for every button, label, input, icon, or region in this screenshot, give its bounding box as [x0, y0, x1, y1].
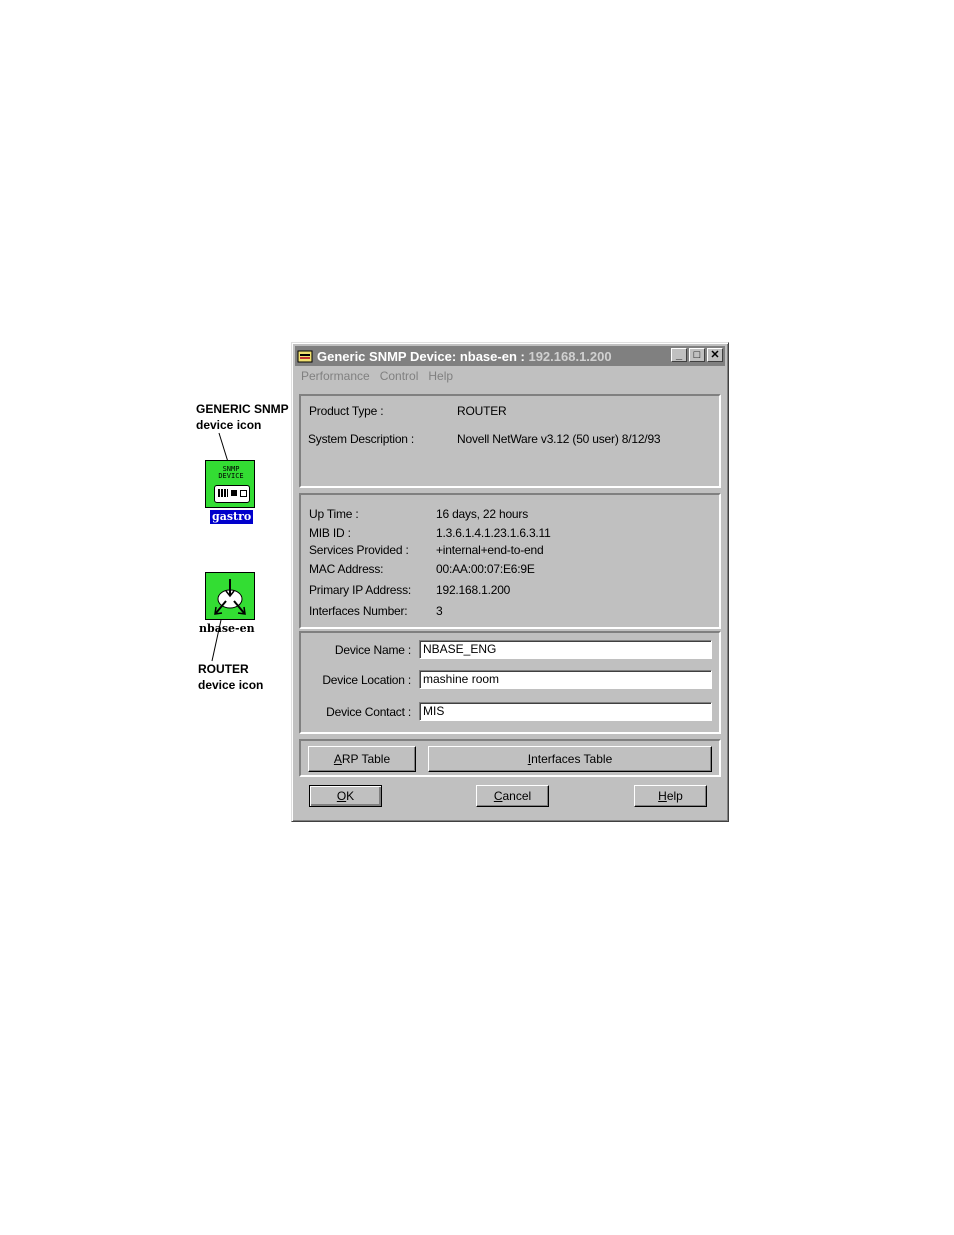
uptime-value: 16 days, 22 hours [436, 507, 528, 521]
generic-snmp-callout: GENERIC SNMP device icon [196, 401, 289, 433]
minimize-button[interactable]: _ [671, 348, 687, 362]
router-callout-line1: ROUTER [198, 662, 249, 676]
router-callout: ROUTER device icon [198, 661, 263, 693]
window-title: Generic SNMP Device: nbase-en : 192.168.… [317, 349, 612, 364]
product-type-label: Product Type : [309, 404, 384, 418]
primary-ip-label: Primary IP Address: [309, 583, 412, 597]
arp-table-button[interactable]: ARP Table [308, 746, 416, 772]
window-controls: _ □ ✕ [671, 348, 723, 362]
mac-address-label: MAC Address: [309, 562, 384, 576]
title-bar[interactable]: Generic SNMP Device: nbase-en : 192.168.… [295, 346, 725, 366]
device-name-input[interactable]: NBASE_ENG [419, 640, 712, 659]
interfaces-table-label: Interfaces Table [528, 752, 613, 766]
close-button[interactable]: ✕ [707, 348, 723, 362]
generic-snmp-device-window: Generic SNMP Device: nbase-en : 192.168.… [291, 342, 729, 822]
menu-performance[interactable]: Performance [296, 369, 375, 387]
mac-address-value: 00:AA:00:07:E6:9E [436, 562, 535, 576]
router-arrows-icon [214, 579, 246, 615]
help-mnemonic: H [658, 789, 667, 803]
interfaces-number-value: 3 [436, 604, 443, 618]
router-icon-label: nbase-en [199, 622, 255, 635]
generic-callout-line1: GENERIC SNMP [196, 402, 289, 416]
interfaces-table-button[interactable]: Interfaces Table [428, 746, 712, 772]
snmp-icon-text: SNMP DEVICE [217, 466, 245, 480]
device-box-graphic [214, 485, 250, 503]
menu-help[interactable]: Help [423, 369, 458, 387]
app-icon[interactable] [297, 348, 313, 364]
arp-table-label: ARP Table [334, 752, 390, 766]
help-label-rest: elp [666, 789, 683, 803]
generic-snmp-device-icon[interactable]: SNMP DEVICE [205, 460, 255, 508]
system-description-value: Novell NetWare v3.12 (50 user) 8/12/93 [457, 432, 661, 446]
device-contact-label: Device Contact : [326, 705, 411, 719]
mib-id-value: 1.3.6.1.4.1.23.1.6.3.11 [436, 526, 551, 540]
device-name-label: Device Name : [334, 643, 411, 657]
router-callout-line2: device icon [198, 678, 264, 692]
services-provided-label: Services Provided : [309, 543, 409, 557]
table-buttons-panel: ARP Table Interfaces Table [299, 739, 721, 777]
device-contact-input[interactable]: MIS [419, 702, 712, 721]
device-location-input[interactable]: mashine room [419, 670, 712, 689]
close-icon: ✕ [710, 348, 720, 361]
cancel-button[interactable]: Cancel [476, 785, 549, 807]
device-location-label: Device Location : [322, 673, 411, 687]
arp-table-label-rest: RP Table [341, 752, 391, 766]
interfaces-table-label-rest: nterfaces Table [531, 752, 613, 766]
ok-button[interactable]: OK [309, 785, 382, 807]
menu-bar: Performance Control Help [296, 369, 458, 387]
system-description-label: System Description : [308, 432, 415, 446]
arp-table-mnemonic: A [333, 752, 342, 766]
services-provided-value: +internal+end-to-end [436, 543, 544, 557]
interfaces-number-label: Interfaces Number: [309, 604, 408, 618]
router-device-icon[interactable] [205, 572, 255, 620]
generic-callout-line2: device icon [196, 418, 262, 432]
cancel-label-rest: ancel [502, 789, 532, 803]
generic-leader-line [218, 432, 229, 463]
help-button[interactable]: Help [634, 785, 707, 807]
device-edit-panel: Device Name : NBASE_ENG Device Location … [299, 631, 721, 734]
mib-id-label: MIB ID : [309, 526, 351, 540]
ok-mnemonic: O [336, 789, 347, 803]
product-type-value: ROUTER [457, 404, 507, 418]
menu-control[interactable]: Control [375, 369, 424, 387]
primary-ip-value: 192.168.1.200 [436, 583, 511, 597]
minimize-icon: _ [675, 348, 683, 361]
ok-label: OK [337, 789, 354, 803]
ok-label-rest: K [346, 789, 355, 803]
help-label: Help [658, 789, 683, 803]
generic-icon-label: gastro [210, 510, 254, 524]
device-stats-panel: Up Time : 16 days, 22 hours MIB ID : 1.3… [299, 493, 721, 629]
window-title-text: Generic SNMP Device: nbase-en : [317, 348, 525, 364]
maximize-icon: □ [693, 348, 701, 361]
product-info-panel: Product Type : ROUTER System Description… [299, 394, 721, 488]
uptime-label: Up Time : [309, 507, 359, 521]
window-title-ip: 192.168.1.200 [528, 348, 612, 364]
cancel-label: Cancel [494, 789, 531, 803]
maximize-button[interactable]: □ [689, 348, 705, 362]
snmp-icon-text-line2: DEVICE [218, 472, 244, 480]
